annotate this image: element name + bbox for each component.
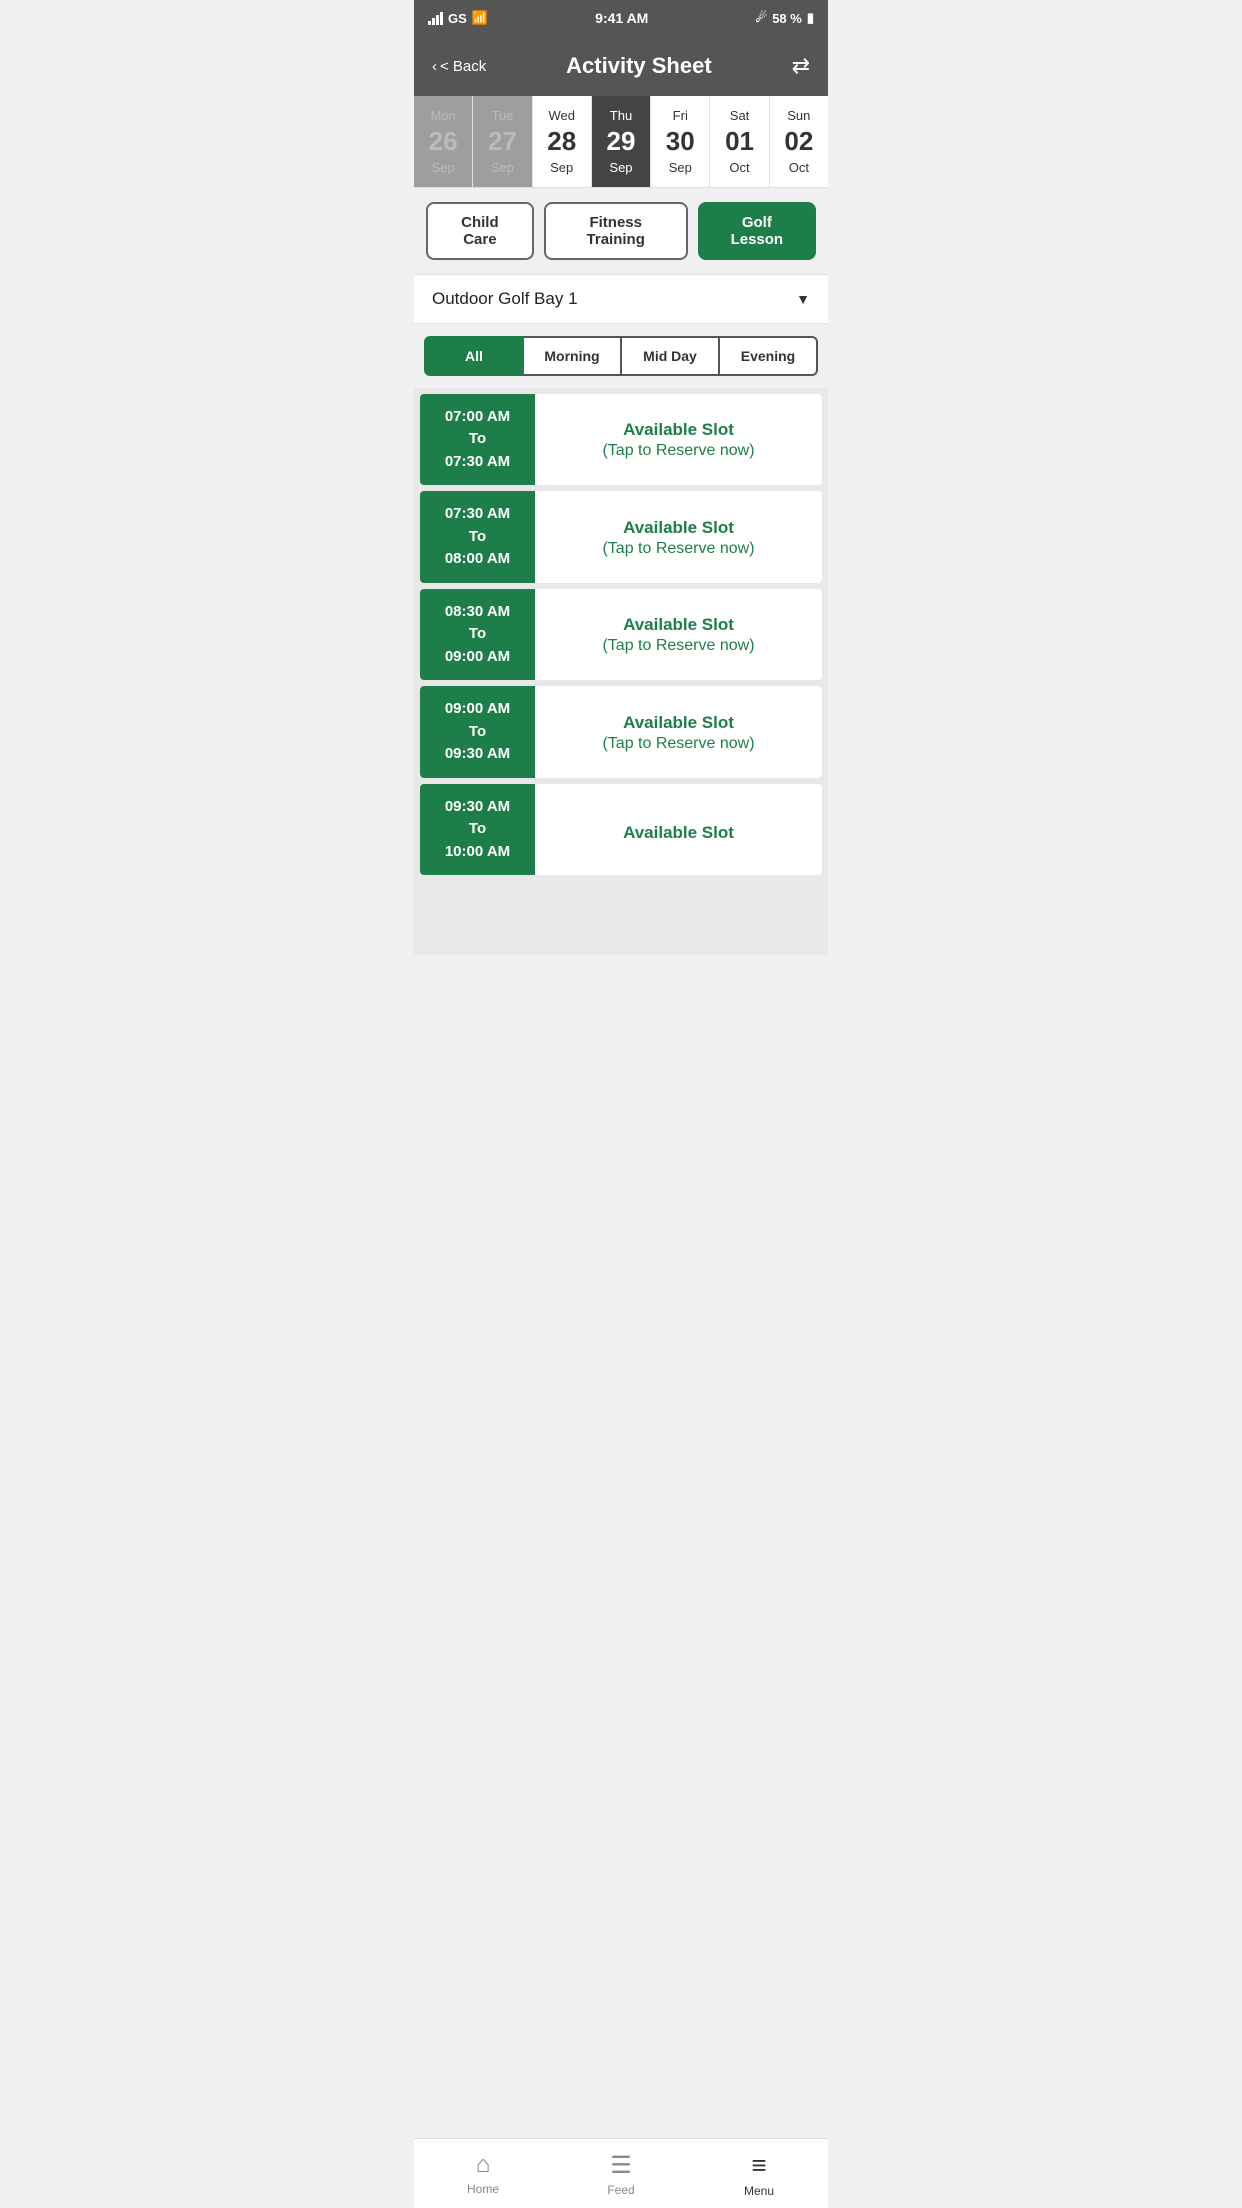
calendar-day-sat[interactable]: Sat 01 Oct	[710, 96, 769, 187]
calendar-day-mon[interactable]: Mon 26 Sep	[414, 96, 473, 187]
day-month: Sep	[432, 160, 455, 175]
day-month: Sep	[609, 160, 632, 175]
slot-info: Available Slot (Tap to Reserve now)	[535, 784, 822, 876]
slot-row[interactable]: 08:30 AMTo09:00 AM Available Slot (Tap t…	[420, 589, 822, 681]
battery-label: 58 %	[772, 11, 802, 26]
slot-available-label: Available Slot	[623, 418, 734, 442]
nav-label: Feed	[607, 2183, 634, 2197]
signal-icon	[428, 11, 443, 25]
day-month: Oct	[729, 160, 749, 175]
slot-time: 07:30 AMTo08:00 AM	[420, 491, 535, 583]
carrier-label: GS	[448, 11, 467, 26]
home-icon: ⌂	[476, 2151, 491, 2179]
day-name: Tue	[491, 108, 513, 123]
slot-row[interactable]: 09:00 AMTo09:30 AM Available Slot (Tap t…	[420, 686, 822, 778]
day-number: 26	[429, 127, 458, 156]
slot-time: 09:00 AMTo09:30 AM	[420, 686, 535, 778]
day-name: Mon	[430, 108, 455, 123]
wifi-icon: 📶	[472, 10, 488, 26]
day-number: 02	[784, 127, 813, 156]
nav-item-feed[interactable]: ☰ Feed	[552, 2139, 690, 2208]
filter-btn-evening[interactable]: Evening	[720, 336, 818, 376]
status-bar: GS 📶 9:41 AM ☄ 58 % ▮	[414, 0, 828, 36]
filter-btn-morning[interactable]: Morning	[524, 336, 622, 376]
nav-label: Home	[467, 2182, 499, 2196]
slot-tap-label: (Tap to Reserve now)	[602, 540, 754, 558]
day-number: 28	[547, 127, 576, 156]
day-month: Sep	[669, 160, 692, 175]
calendar-day-tue[interactable]: Tue 27 Sep	[473, 96, 532, 187]
slot-info: Available Slot (Tap to Reserve now)	[535, 394, 822, 486]
filter-btn-midday[interactable]: Mid Day	[622, 336, 720, 376]
slot-info: Available Slot (Tap to Reserve now)	[535, 491, 822, 583]
slot-row[interactable]: 07:00 AMTo07:30 AM Available Slot (Tap t…	[420, 394, 822, 486]
day-number: 30	[666, 127, 695, 156]
swap-icon[interactable]: ⇄	[792, 53, 810, 79]
cat-btn-fitness-training[interactable]: Fitness Training	[544, 202, 688, 260]
cat-btn-child-care[interactable]: Child Care	[426, 202, 534, 260]
slot-available-label: Available Slot	[623, 613, 734, 637]
back-chevron-icon: ‹	[432, 58, 437, 75]
slot-time: 07:00 AMTo07:30 AM	[420, 394, 535, 486]
feed-icon: ☰	[610, 2151, 632, 2180]
filter-btn-all[interactable]: All	[424, 336, 524, 376]
calendar-day-fri[interactable]: Fri 30 Sep	[651, 96, 710, 187]
category-bar: Child CareFitness TrainingGolf Lesson	[414, 188, 828, 274]
day-name: Thu	[610, 108, 632, 123]
menu-icon: ≡	[751, 2150, 766, 2181]
battery-icon: ▮	[807, 10, 814, 26]
filter-bar: AllMorningMid DayEvening	[414, 324, 828, 388]
back-label[interactable]: < Back	[440, 58, 486, 75]
slots-container: 07:00 AMTo07:30 AM Available Slot (Tap t…	[414, 388, 828, 956]
back-button[interactable]: ‹ < Back	[432, 58, 486, 75]
slot-tap-label: (Tap to Reserve now)	[602, 442, 754, 460]
slot-info: Available Slot (Tap to Reserve now)	[535, 686, 822, 778]
header: ‹ < Back Activity Sheet ⇄	[414, 36, 828, 96]
status-time: 9:41 AM	[595, 10, 648, 26]
venue-arrow-icon: ▼	[796, 291, 810, 307]
status-right: ☄ 58 % ▮	[756, 10, 814, 26]
status-left: GS 📶	[428, 10, 488, 26]
calendar-day-thu[interactable]: Thu 29 Sep	[592, 96, 651, 187]
bottom-nav: ⌂ Home ☰ Feed ≡ Menu	[414, 2138, 828, 2208]
venue-dropdown[interactable]: Outdoor Golf Bay 1 ▼	[414, 274, 828, 324]
day-name: Fri	[673, 108, 688, 123]
slot-available-label: Available Slot	[623, 813, 734, 845]
day-name: Sun	[787, 108, 810, 123]
slot-info: Available Slot (Tap to Reserve now)	[535, 589, 822, 681]
slot-tap-label: (Tap to Reserve now)	[602, 735, 754, 753]
calendar-strip: Mon 26 Sep Tue 27 Sep Wed 28 Sep Thu 29 …	[414, 96, 828, 188]
nav-item-menu[interactable]: ≡ Menu	[690, 2139, 828, 2208]
day-name: Sat	[730, 108, 750, 123]
cat-btn-golf-lesson[interactable]: Golf Lesson	[698, 202, 816, 260]
day-month: Oct	[789, 160, 809, 175]
slot-row[interactable]: 07:30 AMTo08:00 AM Available Slot (Tap t…	[420, 491, 822, 583]
bluetooth-icon: ☄	[756, 10, 768, 26]
day-name: Wed	[548, 108, 575, 123]
slot-tap-label: (Tap to Reserve now)	[602, 637, 754, 655]
calendar-day-wed[interactable]: Wed 28 Sep	[533, 96, 592, 187]
calendar-day-sun[interactable]: Sun 02 Oct	[770, 96, 828, 187]
slot-time: 08:30 AMTo09:00 AM	[420, 589, 535, 681]
slot-row[interactable]: 09:30 AMTo10:00 AM Available Slot (Tap t…	[420, 784, 822, 876]
day-month: Sep	[491, 160, 514, 175]
day-number: 27	[488, 127, 517, 156]
nav-label: Menu	[744, 2184, 774, 2198]
slot-time: 09:30 AMTo10:00 AM	[420, 784, 535, 876]
slot-available-label: Available Slot	[623, 516, 734, 540]
day-number: 01	[725, 127, 754, 156]
page-title: Activity Sheet	[486, 53, 791, 79]
day-number: 29	[607, 127, 636, 156]
day-month: Sep	[550, 160, 573, 175]
nav-item-home[interactable]: ⌂ Home	[414, 2139, 552, 2208]
slot-available-label: Available Slot	[623, 711, 734, 735]
venue-label: Outdoor Golf Bay 1	[432, 289, 578, 309]
